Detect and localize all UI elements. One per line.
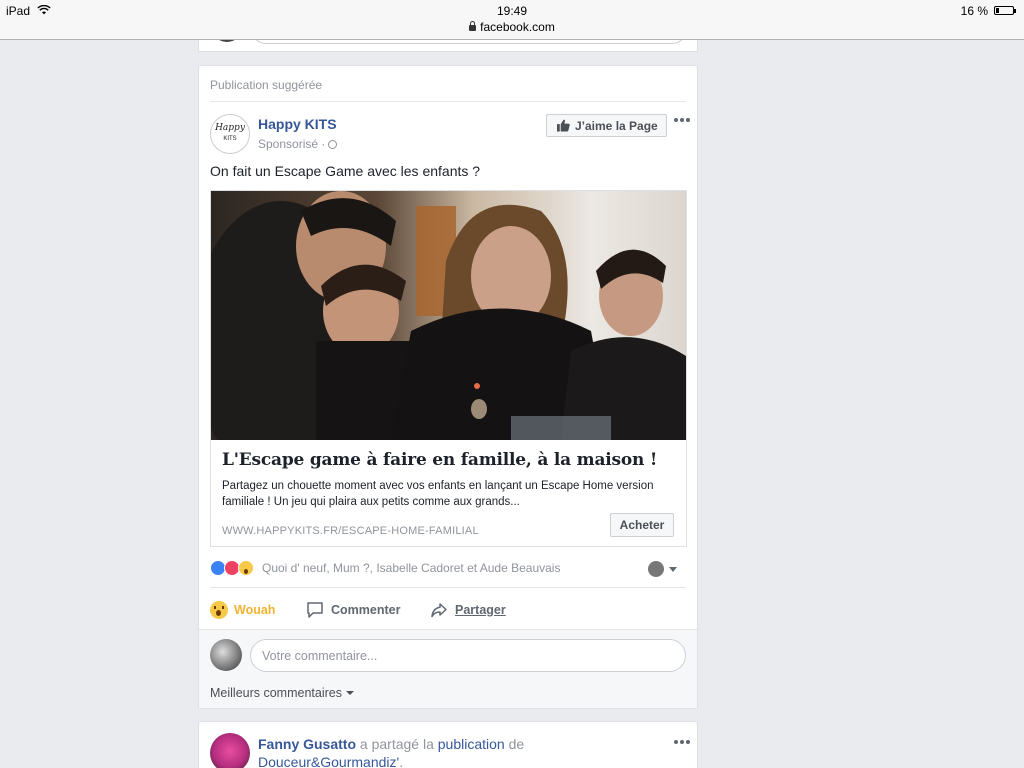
- page-name-link[interactable]: Happy KITS: [258, 116, 337, 132]
- url-text: facebook.com: [480, 20, 555, 34]
- thumbs-up-icon: [557, 119, 570, 132]
- reactions-names[interactable]: Quoi d' neuf, Mum ?, Isabelle Cadoret et…: [262, 561, 560, 575]
- publication-link[interactable]: publication: [438, 736, 505, 752]
- comment-button[interactable]: Commenter: [306, 599, 400, 621]
- sponsored-post-card: Publication suggérée Happy KITS Happy KI…: [198, 65, 698, 709]
- page-avatar[interactable]: Happy KITS: [210, 114, 250, 154]
- shared-text: a partagé la: [356, 736, 438, 752]
- divider: [210, 101, 686, 102]
- next-post-card: Fanny Gusatto a partagé la publication d…: [198, 721, 698, 768]
- wow-label: Wouah: [234, 603, 276, 617]
- wow-reaction-icon: [238, 560, 254, 576]
- like-page-button[interactable]: J’aime la Page: [546, 114, 667, 137]
- link-preview-image: [211, 191, 686, 440]
- post-text: On fait un Escape Game avec les enfants …: [210, 163, 481, 179]
- wow-reaction-button[interactable]: Wouah: [210, 599, 275, 621]
- more-options-icon[interactable]: [674, 740, 690, 746]
- comment-icon: [307, 602, 323, 618]
- wow-face-icon: [210, 601, 228, 619]
- caret-down-icon: [345, 691, 354, 695]
- caret-down-icon[interactable]: [669, 567, 677, 572]
- audience-avatar[interactable]: [648, 561, 664, 577]
- globe-icon: [328, 140, 338, 149]
- suggested-label: Publication suggérée: [210, 78, 323, 92]
- buy-button[interactable]: Acheter: [610, 513, 674, 537]
- link-preview[interactable]: L'Escape game à faire en famille, à la m…: [210, 190, 687, 547]
- battery-fill: [996, 8, 999, 13]
- comments-section: Votre commentaire... Meilleurs commentai…: [199, 629, 697, 708]
- author-avatar[interactable]: [210, 733, 250, 768]
- best-comments-dropdown[interactable]: Meilleurs commentaires: [210, 686, 354, 700]
- share-button[interactable]: Partager: [430, 599, 506, 621]
- more-options-icon[interactable]: [674, 118, 690, 124]
- source-page-link[interactable]: Douceur&Gourmandiz': [258, 754, 399, 768]
- lock-icon: [469, 21, 477, 31]
- status-bar: iPad 19:49 16 % facebook.com: [0, 0, 1024, 40]
- clock: 19:49: [496, 4, 528, 18]
- address-bar[interactable]: facebook.com: [0, 20, 1024, 34]
- like-page-label: J’aime la Page: [575, 118, 658, 133]
- logo-subtext: KITS: [223, 136, 237, 142]
- link-title[interactable]: L'Escape game à faire en famille, à la m…: [222, 450, 657, 470]
- reaction-icons[interactable]: [210, 560, 254, 576]
- best-comments-label: Meilleurs commentaires: [210, 686, 342, 700]
- next-post-header: Fanny Gusatto a partagé la publication d…: [258, 736, 524, 752]
- divider: [210, 587, 686, 588]
- sponsored-text: Sponsorisé ·: [258, 137, 326, 151]
- logo-text: Happy: [215, 123, 245, 133]
- my-avatar: [210, 639, 242, 671]
- comment-input[interactable]: Votre commentaire...: [250, 639, 686, 672]
- link-description: Partagez un chouette moment avec vos enf…: [222, 480, 654, 508]
- battery-percent: 16 %: [960, 4, 988, 18]
- next-post-header-line2: Douceur&Gourmandiz'.: [258, 754, 403, 768]
- link-domain: WWW.HAPPYKITS.FR/ESCAPE-HOME-FAMILIAL: [222, 525, 479, 537]
- de-text: de: [504, 736, 525, 752]
- period-text: .: [399, 754, 404, 768]
- family-photo-illustration: [211, 191, 686, 440]
- battery-icon: [994, 6, 1016, 15]
- share-label: Partager: [455, 603, 506, 617]
- share-icon: [431, 603, 447, 618]
- sponsored-label: Sponsorisé ·: [258, 137, 338, 151]
- comment-label: Commenter: [331, 603, 401, 617]
- author-name-link[interactable]: Fanny Gusatto: [258, 736, 356, 752]
